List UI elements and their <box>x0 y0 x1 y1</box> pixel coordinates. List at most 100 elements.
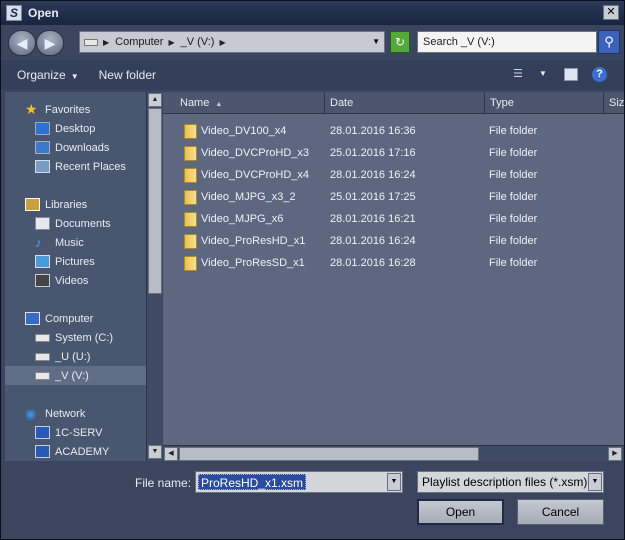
address-bar[interactable]: ▶ Computer ▶ _V (V:) ▶ ▼ <box>79 31 385 53</box>
table-row[interactable]: Video_MJPG_x3_2 25.01.2016 17:25 File fold… <box>163 186 624 208</box>
nav-1c-serv[interactable]: 1C-SERV <box>35 423 102 442</box>
music-icon: ♪ <box>35 235 42 250</box>
table-row[interactable]: Video_DVCProHD_x3 25.01.2016 17:16 File fo… <box>163 142 624 164</box>
drive-icon <box>35 352 50 361</box>
back-button[interactable]: ◀ <box>8 30 36 56</box>
title-bar[interactable]: S Open ✕ <box>1 1 624 25</box>
nav-documents[interactable]: Documents <box>35 214 111 233</box>
command-bar: Organize ▼ New folder ☰ ▼ ? <box>1 60 624 90</box>
nav-downloads[interactable]: Downloads <box>35 138 109 157</box>
column-header: Name ▲ Date Type Siz <box>163 92 624 114</box>
table-row[interactable]: Video_DV100_x4 28.01.2016 16:36 File folde… <box>163 120 624 142</box>
folder-icon <box>184 168 197 183</box>
nav-libraries[interactable]: Libraries <box>25 195 87 214</box>
file-type-select[interactable]: Playlist description files (*.xsm) ▼ <box>417 471 604 493</box>
preview-pane-icon[interactable] <box>564 68 578 81</box>
horizontal-scroll-thumb[interactable] <box>179 447 479 461</box>
file-date: 28.01.2016 16:36 <box>330 125 416 137</box>
file-date: 28.01.2016 16:21 <box>330 213 416 225</box>
help-icon[interactable]: ? <box>592 67 607 82</box>
file-type-value: Playlist description files (*.xsm) <box>422 475 588 489</box>
open-button[interactable]: Open <box>417 499 504 525</box>
file-type: File folder <box>489 257 538 269</box>
file-type: File folder <box>489 147 538 159</box>
scroll-up-icon[interactable]: ▲ <box>148 93 162 107</box>
recent-places-icon <box>35 160 50 173</box>
chevron-down-icon: ▼ <box>70 72 79 81</box>
nav-music[interactable]: ♪ Music <box>35 233 84 252</box>
scroll-left-icon[interactable]: ◀ <box>164 447 178 461</box>
column-size[interactable]: Siz <box>604 92 624 114</box>
refresh-button[interactable]: ↻ <box>390 31 410 53</box>
nav-pictures[interactable]: Pictures <box>35 252 95 271</box>
table-row[interactable]: Video_ProResSD_x1 28.01.2016 16:28 File fo… <box>163 252 624 274</box>
file-name-field[interactable]: ProResHD_x1.xsm ▼ <box>195 471 403 493</box>
window-title: Open <box>28 6 59 20</box>
nav-network[interactable]: ◉ Network <box>25 404 85 423</box>
sort-ascending-icon: ▲ <box>215 101 223 108</box>
folder-icon <box>184 212 197 227</box>
breadcrumb-v-drive[interactable]: _V (V:) <box>181 36 215 48</box>
file-type: File folder <box>489 169 538 181</box>
file-list-horizontal-scrollbar[interactable]: ◀ ▶ <box>163 445 624 461</box>
column-name[interactable]: Name ▲ <box>163 92 325 114</box>
nav-academy[interactable]: ACADEMY <box>35 442 109 461</box>
nav-scroll-thumb[interactable] <box>148 108 162 294</box>
address-dropdown-icon[interactable]: ▼ <box>372 37 380 46</box>
file-date: 28.01.2016 16:24 <box>330 235 416 247</box>
nav-favorites[interactable]: ★ Favorites <box>25 100 90 119</box>
nav-videos[interactable]: Videos <box>35 271 88 290</box>
organize-button[interactable]: Organize ▼ <box>17 68 79 82</box>
view-details-icon[interactable]: ☰ <box>513 69 527 81</box>
folder-icon <box>184 124 197 139</box>
nav-system-drive[interactable]: System (C:) <box>35 328 113 347</box>
nav-v-drive[interactable]: _V (V:) <box>5 366 146 385</box>
column-type[interactable]: Type <box>485 92 604 114</box>
file-date: 25.01.2016 17:16 <box>330 147 416 159</box>
close-button[interactable]: ✕ <box>603 5 619 20</box>
file-name-dropdown-icon[interactable]: ▼ <box>387 473 401 491</box>
documents-icon <box>35 217 50 230</box>
file-name: Video_DV100_x4 <box>201 125 287 137</box>
nav-u-drive[interactable]: _U (U:) <box>35 347 90 366</box>
nav-scrollbar[interactable]: ▲ ▼ <box>146 92 162 461</box>
nav-computer[interactable]: Computer <box>25 309 93 328</box>
breadcrumb-computer[interactable]: Computer <box>115 36 163 48</box>
file-type: File folder <box>489 191 538 203</box>
search-icon[interactable]: ⚲ <box>598 30 620 54</box>
file-name: Video_ProResHD_x1 <box>201 235 306 247</box>
file-name-label: File name: <box>135 476 192 490</box>
star-icon: ★ <box>25 101 38 117</box>
organize-label: Organize <box>17 68 66 82</box>
file-name: Video_MJPG_x3_2 <box>201 191 296 203</box>
file-name: Video_ProResSD_x1 <box>201 257 305 269</box>
search-input[interactable]: Search _V (V:) <box>417 31 597 53</box>
scroll-down-icon[interactable]: ▼ <box>148 445 162 459</box>
drive-icon <box>35 371 50 380</box>
network-computer-icon <box>35 426 50 439</box>
scroll-right-icon[interactable]: ▶ <box>608 447 622 461</box>
view-dropdown-icon[interactable]: ▼ <box>539 69 547 78</box>
nav-desktop[interactable]: Desktop <box>35 119 95 138</box>
table-row[interactable]: Video_MJPG_x6 28.01.2016 16:21 File folder <box>163 208 624 230</box>
drive-icon <box>84 38 98 46</box>
forward-button[interactable]: ▶ <box>36 30 64 56</box>
file-type: File folder <box>489 213 538 225</box>
cancel-button[interactable]: Cancel <box>517 499 604 525</box>
breadcrumb-arrow-icon[interactable]: ▶ <box>103 38 109 47</box>
folder-icon <box>184 146 197 161</box>
table-row[interactable]: Video_DVCProHD_x4 28.01.2016 16:24 File fo… <box>163 164 624 186</box>
new-folder-button[interactable]: New folder <box>99 68 156 82</box>
nav-recent-places[interactable]: Recent Places <box>35 157 126 176</box>
breadcrumb-arrow-icon[interactable]: ▶ <box>219 38 225 47</box>
file-date: 28.01.2016 16:24 <box>330 169 416 181</box>
file-name-value[interactable]: ProResHD_x1.xsm <box>198 474 307 490</box>
table-row[interactable]: Video_ProResHD_x1 28.01.2016 16:24 File fo… <box>163 230 624 252</box>
network-computer-icon <box>35 445 50 458</box>
file-type-dropdown-icon[interactable]: ▼ <box>588 473 602 491</box>
breadcrumb-arrow-icon[interactable]: ▶ <box>168 38 174 47</box>
file-name: Video_MJPG_x6 <box>201 213 284 225</box>
column-date[interactable]: Date <box>325 92 485 114</box>
folder-icon <box>184 190 197 205</box>
libraries-icon <box>25 198 40 211</box>
